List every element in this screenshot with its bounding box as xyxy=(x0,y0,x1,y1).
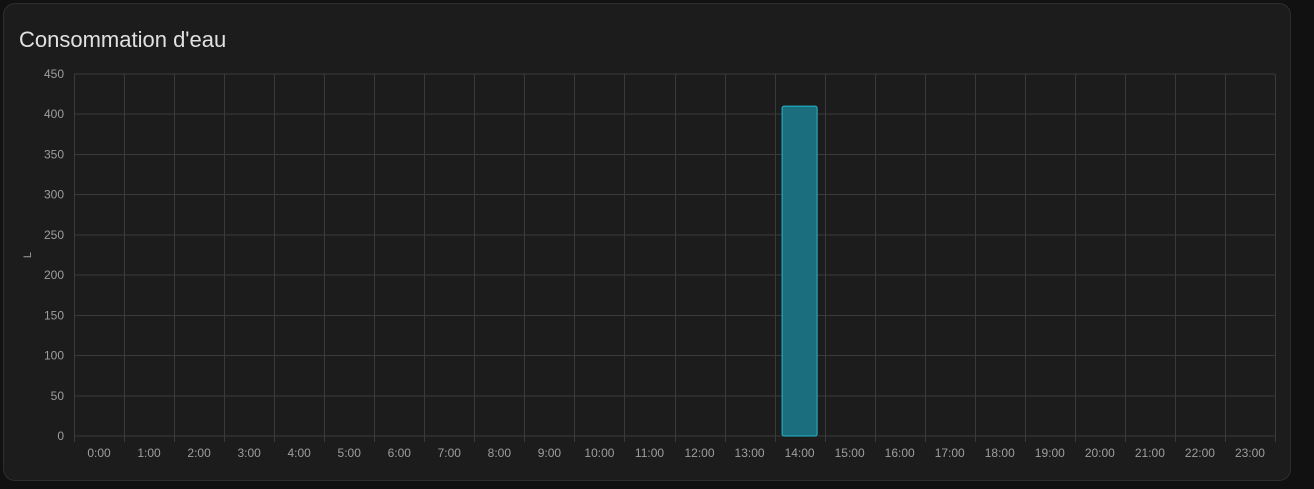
x-tick-label: 1:00 xyxy=(137,446,161,460)
x-tick-label: 0:00 xyxy=(87,446,111,460)
y-tick-label: 250 xyxy=(44,228,64,242)
y-tick-label: 50 xyxy=(51,389,65,403)
bar xyxy=(781,105,818,437)
x-tick-label: 16:00 xyxy=(885,446,915,460)
x-tick-label: 15:00 xyxy=(835,446,865,460)
y-tick-label: 100 xyxy=(44,349,64,363)
x-tick-label: 21:00 xyxy=(1135,446,1165,460)
x-tick-label: 17:00 xyxy=(935,446,965,460)
x-tick-label: 19:00 xyxy=(1035,446,1065,460)
x-tick-label: 3:00 xyxy=(237,446,261,460)
y-tick-label: 400 xyxy=(44,107,64,121)
x-tick-label: 6:00 xyxy=(388,446,412,460)
x-tick-label: 13:00 xyxy=(735,446,765,460)
x-tick-label: 5:00 xyxy=(338,446,362,460)
x-tick-label: 11:00 xyxy=(635,446,664,460)
x-tick-label: 18:00 xyxy=(985,446,1015,460)
x-tick-label: 22:00 xyxy=(1185,446,1215,460)
y-axis-title: L xyxy=(22,252,34,258)
y-tick-label: 300 xyxy=(44,188,64,202)
water-consumption-chart: 0 50 100 150 200 250 300 350 400 450 0:00 1:00 2:00 3… xyxy=(22,67,1276,460)
y-tick-label: 150 xyxy=(44,308,64,322)
x-tick-label: 12:00 xyxy=(685,446,715,460)
x-tick-label: 10:00 xyxy=(584,446,614,460)
x-tick-label: 8:00 xyxy=(488,446,512,460)
y-tick-label: 200 xyxy=(44,268,64,282)
y-tick-label: 450 xyxy=(44,67,64,81)
x-tick-label: 14:00 xyxy=(785,446,815,460)
x-tick-label: 9:00 xyxy=(538,446,562,460)
x-tick-label: 7:00 xyxy=(438,446,462,460)
y-tick-label: 0 xyxy=(57,429,64,443)
x-tick-label: 2:00 xyxy=(187,446,211,460)
y-tick-label: 350 xyxy=(44,147,64,161)
x-tick-label: 23:00 xyxy=(1235,446,1265,460)
x-tick-label: 20:00 xyxy=(1085,446,1115,460)
x-tick-label: 4:00 xyxy=(288,446,312,460)
